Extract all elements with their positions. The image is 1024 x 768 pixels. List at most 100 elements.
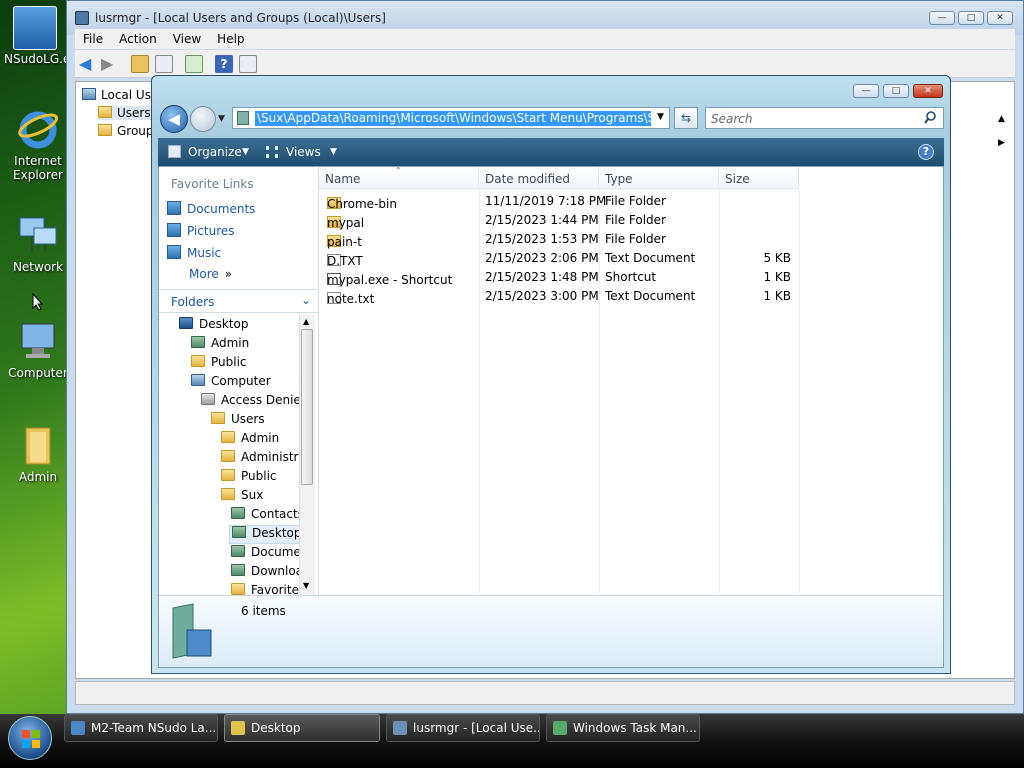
show-tree-icon[interactable] [155,55,173,73]
forward-arrow-icon[interactable]: ▶ [101,55,119,73]
computer-icon [191,374,205,386]
tree-node-administrator[interactable]: Administra [221,450,306,469]
network-icon [16,214,60,258]
properties-icon[interactable] [239,55,257,73]
taskbar-button-lusrmgr[interactable]: lusrmgr - [Local Use... [386,714,540,742]
search-icon[interactable] [924,111,936,127]
folders-header[interactable]: Folders ⌄ [159,289,319,313]
refresh-button[interactable]: ⇆ [674,107,698,129]
menu-help[interactable]: Help [209,29,252,49]
desktop-icon [179,317,193,329]
expand-arrow-icon[interactable]: ▶ [998,138,1005,148]
tree-node-admin[interactable]: Admin [191,336,249,355]
desktop-icon-admin[interactable]: Admin [6,424,70,484]
table-row[interactable]: note.txt 2/15/2023 3:00 PM Text Document… [319,286,943,306]
help-icon[interactable]: ? [918,144,934,160]
tree-node-label: Public [241,469,277,483]
table-row[interactable]: pain-t 2/15/2023 1:53 PM File Folder [319,229,943,249]
favorite-link-label: Documents [187,202,256,216]
column-header-label: Type [605,172,633,186]
search-input[interactable]: Search [705,107,944,129]
tree-node-sux[interactable]: Sux [221,488,263,507]
scroll-up-icon[interactable]: ▲ [998,114,1005,124]
up-folder-icon[interactable] [131,55,149,73]
favorite-links-title: Favorite Links [171,177,254,191]
tree-node-label: Users [231,412,265,426]
taskbar-button-task-manager[interactable]: Windows Task Man... [546,714,700,742]
address-bar[interactable]: \Sux\AppData\Roaming\Microsoft\Windows\S… [232,107,670,129]
maximize-button[interactable]: □ [958,11,984,25]
lusrmgr-app-icon [75,11,89,25]
tree-node-computer[interactable]: Computer [191,374,271,393]
explorer-content: Favorite Links Documents Pictures Music … [158,166,944,668]
desktop-icon-internet-explorer[interactable]: Internet Explorer [6,108,70,182]
desktop-icon-nsudo[interactable]: NSudoLG.exe [4,6,66,66]
forward-button[interactable] [190,106,216,132]
minimize-button[interactable]: — [929,11,955,25]
column-header-name[interactable]: Name ⌃ [319,166,479,189]
views-button[interactable]: Views [286,145,321,159]
help-icon[interactable]: ? [215,55,233,73]
column-header-size[interactable]: Size [719,167,799,189]
tree-node-downloads[interactable]: Downloa [231,564,303,583]
favorite-link-music[interactable]: Music [167,245,221,263]
minimize-button[interactable]: — [853,84,879,98]
address-dropdown-icon[interactable]: ▼ [657,112,664,122]
taskbar-button-nsudo[interactable]: M2-Team NSudo La... [64,714,218,742]
folder-icon [98,124,112,136]
close-button[interactable]: ✕ [913,84,943,98]
tree-node-users-admin[interactable]: Admin [221,431,279,450]
tree-node-documents[interactable]: Documen [231,545,308,564]
tree-users-label: Users [117,106,151,120]
menu-file[interactable]: File [75,29,111,49]
table-row[interactable]: D.TXT 2/15/2023 2:06 PM Text Document 5 … [319,248,943,268]
organize-dropdown-icon[interactable]: ▼ [242,147,249,157]
address-path-text[interactable]: \Sux\AppData\Roaming\Microsoft\Windows\S… [255,111,651,126]
scroll-up-icon[interactable]: ▲ [303,317,309,326]
table-row[interactable]: mypal 2/15/2023 1:44 PM File Folder [319,210,943,230]
computer-icon [16,320,60,364]
file-type: Text Document [605,289,696,303]
toolbar: ◀ ▶ ? [75,50,1015,78]
scroll-down-icon[interactable]: ▼ [303,581,309,590]
tree-node-desktop[interactable]: Desktop [179,317,249,336]
views-dropdown-icon[interactable]: ▼ [330,147,337,157]
column-header-date[interactable]: Date modified [479,167,599,189]
user-folder-icon [191,336,205,348]
tree-node-label: Admin [211,336,250,350]
column-header-label: Date modified [485,172,571,186]
taskbar-button-desktop[interactable]: Desktop [224,714,380,742]
tree-node-users-public[interactable]: Public [221,469,277,488]
file-list: Name ⌃ Date modified Type Size Chrome-bin… [319,166,943,595]
back-arrow-icon[interactable]: ◀ [79,55,97,73]
column-header-type[interactable]: Type [599,167,719,189]
desktop-icon-computer[interactable]: Computer [6,320,70,380]
favorite-link-pictures[interactable]: Pictures [167,223,235,241]
table-row[interactable]: Chrome-bin 11/11/2019 7:18 PM File Folde… [319,191,943,211]
tree-item-users[interactable]: Users [98,106,151,120]
scroll-thumb[interactable] [301,329,313,485]
menu-action[interactable]: Action [111,29,165,49]
tree-node-access-denied[interactable]: Access Denied [201,393,308,412]
favorite-link-documents[interactable]: Documents [167,201,255,219]
maximize-button[interactable]: □ [883,84,909,98]
tree-scrollbar[interactable]: ▲ ▼ [299,315,315,595]
favorite-link-more[interactable]: More » [189,267,232,285]
tree-node-contacts[interactable]: Contacts [231,507,304,526]
export-list-icon[interactable] [185,55,203,73]
tree-node-users[interactable]: Users [211,412,265,431]
menu-view[interactable]: View [165,29,209,49]
table-row[interactable]: mypal.exe - Shortcut 2/15/2023 1:48 PM S… [319,267,943,287]
desktop-icon-network[interactable]: Network [6,214,70,274]
start-button[interactable] [8,716,52,760]
file-size: 1 KB [763,289,791,303]
tree-node-public[interactable]: Public [191,355,247,374]
recent-pages-dropdown-icon[interactable]: ▼ [218,114,225,124]
organize-button[interactable]: Organize [188,145,242,159]
close-button[interactable]: ✕ [987,11,1013,25]
tree-node-sux-desktop[interactable]: Desktop [229,525,305,544]
lusrmgr-app-icon [393,721,407,735]
back-button[interactable]: ◀ [160,105,188,133]
drive-icon [201,393,215,405]
file-date: 2/15/2023 1:53 PM [485,232,599,246]
